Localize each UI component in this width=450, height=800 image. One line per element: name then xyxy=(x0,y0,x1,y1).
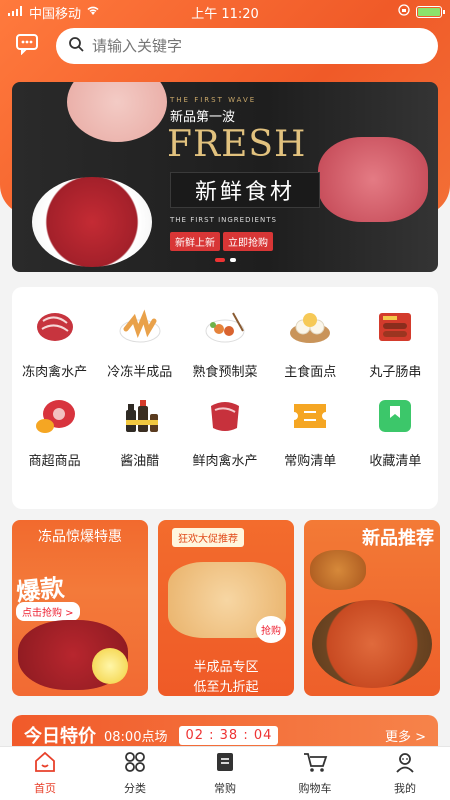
search-bar[interactable] xyxy=(56,28,438,64)
category-label: 熟食预制菜 xyxy=(192,365,258,380)
promo-badge: 狂欢大促推荐 xyxy=(172,528,244,547)
category-label: 冻肉禽水产 xyxy=(22,365,88,380)
chat-bubble-icon xyxy=(15,33,39,59)
promo-line1: 半成品专区 xyxy=(193,660,259,675)
lemon-image xyxy=(92,648,128,684)
category-item[interactable]: 酱油醋 xyxy=(97,390,182,469)
dumpling-icon xyxy=(284,301,336,353)
promo-title: 冻品惊爆特惠 xyxy=(38,529,122,545)
beef-slice-image xyxy=(318,137,428,222)
promo-title: 新品推荐 xyxy=(362,528,434,549)
snack-bowl-image xyxy=(310,550,366,590)
top-bar xyxy=(0,26,450,66)
chicken-image xyxy=(67,82,167,142)
banner-subtitle: 新品第一波 xyxy=(170,110,236,125)
banner-pagination xyxy=(12,258,438,262)
tab-cart[interactable]: 购物车 xyxy=(270,747,360,800)
category-label: 常购清单 xyxy=(284,454,337,469)
category-item[interactable]: 丸子肠串 xyxy=(353,301,438,380)
steak-plate-image xyxy=(32,177,152,267)
promo-banner[interactable]: THE FIRST WAVE 新品第一波 FRESH 新鲜食材 THE FIRS… xyxy=(12,82,438,272)
status-time: 上午 11:20 xyxy=(191,6,259,22)
promo-line2: 低至九折起 xyxy=(193,680,259,695)
banner-headline-cn: 新鲜食材 xyxy=(170,172,320,208)
deal-title: 今日特价 xyxy=(24,726,96,747)
category-label: 酱油醋 xyxy=(120,454,160,469)
category-item[interactable]: 冷冻半成品 xyxy=(97,301,182,380)
frozen-semi-icon xyxy=(114,301,166,353)
category-item[interactable]: 主食面点 xyxy=(268,301,353,380)
category-label: 冷冻半成品 xyxy=(107,365,173,380)
category-icon xyxy=(124,751,146,777)
message-button[interactable] xyxy=(12,31,42,61)
home-icon xyxy=(33,751,57,777)
banner-tag-new: 新鲜上新 xyxy=(170,232,220,251)
battery-icon xyxy=(416,6,445,18)
deal-countdown: 02 : 38 : 04 xyxy=(179,725,279,745)
deal-session-time: 08:00点场 xyxy=(104,729,168,745)
search-icon xyxy=(68,36,84,56)
category-label: 商超商品 xyxy=(28,454,81,469)
banner-ingredients-text: THE FIRST INGREDIENTS xyxy=(170,216,277,224)
category-label: 丸子肠串 xyxy=(369,365,422,380)
chicken-wings-image xyxy=(312,600,432,688)
banner-dot[interactable] xyxy=(214,258,225,262)
category-item[interactable]: 冻肉禽水产 xyxy=(12,301,97,380)
supermarket-icon xyxy=(29,390,81,442)
category-item[interactable]: 商超商品 xyxy=(12,390,97,469)
tab-label: 我的 xyxy=(394,782,416,795)
banner-wave-text: THE FIRST WAVE xyxy=(170,96,257,104)
banner-dot[interactable] xyxy=(229,258,236,262)
category-label: 鲜肉禽水产 xyxy=(192,454,258,469)
category-label: 收藏清单 xyxy=(369,454,422,469)
cart-icon xyxy=(302,751,328,777)
category-label: 主食面点 xyxy=(284,365,337,380)
tab-label: 首页 xyxy=(34,782,56,795)
sausage-icon xyxy=(369,301,421,353)
frozen-meat-icon xyxy=(29,301,81,353)
list-icon xyxy=(214,751,236,777)
tab-category[interactable]: 分类 xyxy=(90,747,180,800)
tab-label: 购物车 xyxy=(298,782,332,795)
promo-frozen-deals[interactable]: 冻品惊爆特惠 爆款 点击抢购 > xyxy=(12,520,148,696)
sauce-icon xyxy=(114,390,166,442)
deal-more-link[interactable]: 更多 > xyxy=(385,726,426,745)
category-item[interactable]: 熟食预制菜 xyxy=(182,301,267,380)
category-item[interactable]: 鲜肉禽水产 xyxy=(182,390,267,469)
fresh-meat-icon xyxy=(199,390,251,442)
promo-sticker: 抢购 xyxy=(256,616,286,643)
promo-semi-finished[interactable]: 狂欢大促推荐 抢购 半成品专区 低至九折起 xyxy=(158,520,294,696)
ticket-icon xyxy=(284,390,336,442)
cooked-food-icon xyxy=(199,301,251,353)
tab-label: 常购 xyxy=(214,782,236,795)
tab-user[interactable]: 我的 xyxy=(360,747,450,800)
bookmark-icon xyxy=(369,390,421,442)
category-item[interactable]: 收藏清单 xyxy=(353,390,438,469)
status-bar: 中国移动 上午 11:20 xyxy=(0,0,450,24)
search-input[interactable] xyxy=(92,37,426,55)
tab-home[interactable]: 首页 xyxy=(0,747,90,800)
promo-buy-button[interactable]: 点击抢购 > xyxy=(16,602,80,621)
tab-list[interactable]: 常购 xyxy=(180,747,270,800)
tab-label: 分类 xyxy=(124,782,146,795)
bottom-tab-bar: 首页 分类 常购 购物车 我的 xyxy=(0,746,450,800)
promo-new-products[interactable]: 新品推荐 xyxy=(304,520,440,696)
user-icon xyxy=(394,751,416,777)
banner-tag-buy[interactable]: 立即抢购 xyxy=(223,232,273,251)
category-item[interactable]: 常购清单 xyxy=(268,390,353,469)
banner-headline: FRESH xyxy=(167,124,307,165)
category-panel: 冻肉禽水产 冷冻半成品 熟食预制菜 主食面点 丸子肠串商超商品 酱油醋 鲜肉禽水产 常购清单 收… xyxy=(12,287,438,509)
